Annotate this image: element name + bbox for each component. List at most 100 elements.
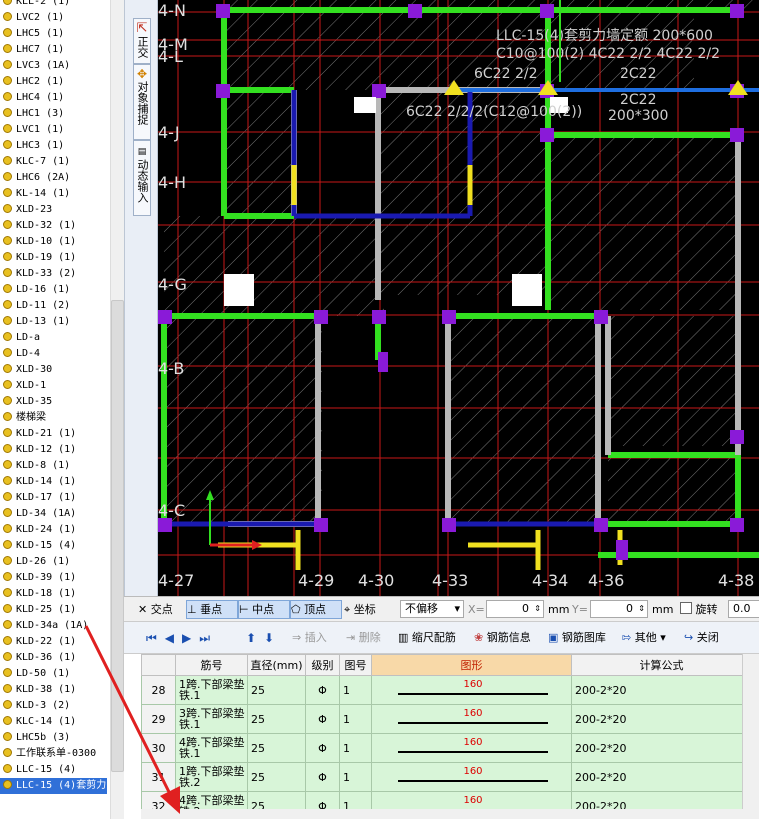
tree-item[interactable]: LD-4	[0, 346, 108, 362]
delete-button[interactable]: ⇥ 删除	[346, 630, 381, 646]
tree-item[interactable]: LVC1 (1)	[0, 122, 108, 138]
tree-item[interactable]: LD-16 (1)	[0, 282, 108, 298]
figure-no-cell[interactable]: 1	[339, 762, 372, 792]
rebar-info-button[interactable]: ❀ 钢筋信息	[474, 630, 531, 646]
tree-item[interactable]: KL-14 (1)	[0, 186, 108, 202]
table-row[interactable]: 29 3跨.下部梁垫铁.1 25 Φ 1 160 200-2*20	[141, 704, 752, 734]
tree-item[interactable]: LHC7 (1)	[0, 42, 108, 58]
column-header-diameter[interactable]: 直径(mm)	[247, 654, 306, 676]
tree-item[interactable]: KLL-2 (1)	[0, 0, 108, 10]
spinner-icon[interactable]: ⇕	[638, 601, 645, 617]
rotate-input[interactable]: 0.0	[728, 600, 759, 618]
shape-cell[interactable]: 160	[371, 733, 572, 763]
tree-item[interactable]: XLD-30	[0, 362, 108, 378]
tree-item[interactable]: 楼梯梁	[0, 410, 108, 426]
diameter-cell[interactable]: 25	[247, 762, 306, 792]
grade-cell[interactable]: Φ	[305, 762, 340, 792]
shape-cell[interactable]: 160	[371, 762, 572, 792]
tree-item[interactable]: KLC-7 (1)	[0, 154, 108, 170]
tree-item[interactable]: LD-13 (1)	[0, 314, 108, 330]
tree-item[interactable]: XLD-1	[0, 378, 108, 394]
diameter-cell[interactable]: 25	[247, 704, 306, 734]
cad-drawing[interactable]: 4-N 4-M 4-L 4-J 4-H 4-G 4-B 4-C 4-27 4-2…	[158, 0, 759, 596]
midpoint-snap[interactable]: ⊢ 中点	[238, 600, 290, 619]
column-header-shape[interactable]: 图形	[371, 654, 572, 676]
perpendicular-snap[interactable]: ⊥ 垂点	[186, 600, 238, 619]
tree-item[interactable]: KLD-10 (1)	[0, 234, 108, 250]
tree-item[interactable]: LHC4 (1)	[0, 90, 108, 106]
tree-item[interactable]: LD-26 (1)	[0, 554, 108, 570]
figure-no-cell[interactable]: 1	[339, 704, 372, 734]
component-icon	[3, 508, 12, 517]
tree-item[interactable]: KLD-25 (1)	[0, 602, 108, 618]
column-header-figure-no[interactable]: 图号	[339, 654, 372, 676]
grade-cell[interactable]: Φ	[305, 733, 340, 763]
formula-cell[interactable]: 200-2*20	[571, 762, 752, 792]
tree-item[interactable]: KLD-12 (1)	[0, 442, 108, 458]
tree-item[interactable]: LHC6 (2A)	[0, 170, 108, 186]
object-snap-button[interactable]: ✥ 对象捕捉	[133, 64, 151, 140]
vertex-snap[interactable]: ⬠ 顶点	[290, 600, 342, 619]
tree-item[interactable]: LD-34 (1A)	[0, 506, 108, 522]
tree-item[interactable]: LHC3 (1)	[0, 138, 108, 154]
tree-item[interactable]: XLD-35	[0, 394, 108, 410]
x-input[interactable]: 0 ⇕	[486, 600, 544, 618]
tree-item[interactable]: LHC5 (1)	[0, 26, 108, 42]
tree-item[interactable]: KLD-8 (1)	[0, 458, 108, 474]
tree-item[interactable]: LHC1 (3)	[0, 106, 108, 122]
tree-item[interactable]: KLD-21 (1)	[0, 426, 108, 442]
coordinate-snap[interactable]: ⌖ 坐标	[344, 601, 376, 618]
move-up-down-icon[interactable]: ⬆⬇	[246, 630, 282, 646]
dynamic-input-button[interactable]: ▤ 动态输入	[133, 140, 151, 216]
tree-item[interactable]: KLD-17 (1)	[0, 490, 108, 506]
column-header-grade[interactable]: 级别	[305, 654, 340, 676]
tree-item[interactable]: KLD-15 (4)	[0, 538, 108, 554]
cad-canvas[interactable]: 4-N 4-M 4-L 4-J 4-H 4-G 4-B 4-C 4-27 4-2…	[158, 0, 759, 596]
tree-item[interactable]: KLD-39 (1)	[0, 570, 108, 586]
scale-rebar-button[interactable]: ▥ 缩尺配筋	[398, 630, 456, 646]
formula-cell[interactable]: 200-2*20	[571, 733, 752, 763]
formula-cell[interactable]: 200-2*20	[571, 704, 752, 734]
shape-cell[interactable]: 160	[371, 704, 572, 734]
grade-cell[interactable]: Φ	[305, 704, 340, 734]
figure-no-cell[interactable]: 1	[339, 675, 372, 705]
tree-item[interactable]: KLD-18 (1)	[0, 586, 108, 602]
table-horizontal-scrollbar[interactable]	[141, 809, 743, 819]
tree-item[interactable]: XLD-23	[0, 202, 108, 218]
grade-cell[interactable]: Φ	[305, 675, 340, 705]
figure-no-cell[interactable]: 1	[339, 733, 372, 763]
table-row[interactable]: 31 1跨.下部梁垫铁.2 25 Φ 1 160 200-2*20	[141, 762, 752, 792]
annotation: 6C22 2/2/2(C12@100(2))	[406, 104, 582, 120]
checkbox-icon[interactable]	[680, 602, 692, 614]
tree-item[interactable]: LVC3 (1A)	[0, 58, 108, 74]
tree-item[interactable]: KLD-24 (1)	[0, 522, 108, 538]
column-header-formula[interactable]: 计算公式	[571, 654, 752, 676]
close-button[interactable]: ↪ 关闭	[684, 630, 719, 646]
intersection-snap[interactable]: ✕ 交点	[138, 601, 173, 618]
tree-item[interactable]: LVC2 (1)	[0, 10, 108, 26]
tree-item[interactable]: KLD-19 (1)	[0, 250, 108, 266]
diameter-cell[interactable]: 25	[247, 675, 306, 705]
spinner-icon[interactable]: ⇕	[534, 601, 541, 617]
tree-item[interactable]: LHC2 (1)	[0, 74, 108, 90]
y-input[interactable]: 0 ⇕	[590, 600, 648, 618]
table-row[interactable]: 28 1跨.下部梁垫铁.1 25 Φ 1 160 200-2*20	[141, 675, 752, 705]
tree-item[interactable]: LD-a	[0, 330, 108, 346]
tree-item[interactable]: KLD-32 (1)	[0, 218, 108, 234]
table-row[interactable]: 30 4跨.下部梁垫铁.1 25 Φ 1 160 200-2*20	[141, 733, 752, 763]
other-menu-button[interactable]: ⇰ 其他 ▾	[622, 630, 666, 646]
component-icon	[3, 60, 12, 69]
offset-mode-select[interactable]: 不偏移 ▾	[400, 600, 464, 618]
formula-cell[interactable]: 200-2*20	[571, 675, 752, 705]
tree-item[interactable]: KLD-14 (1)	[0, 474, 108, 490]
rotate-checkbox[interactable]: 旋转	[680, 601, 718, 618]
diameter-cell[interactable]: 25	[247, 733, 306, 763]
tree-item[interactable]: KLD-33 (2)	[0, 266, 108, 282]
ortho-button[interactable]: ⇱ 正交	[133, 18, 151, 64]
rebar-library-button[interactable]: ▣ 钢筋图库	[548, 630, 606, 646]
tree-item[interactable]: LD-11 (2)	[0, 298, 108, 314]
shape-cell[interactable]: 160	[371, 675, 572, 705]
insert-button[interactable]: ⇒ 插入	[292, 630, 327, 646]
table-vertical-scrollbar[interactable]	[742, 654, 759, 819]
tree-item-label: KLD-14 (1)	[16, 476, 77, 487]
